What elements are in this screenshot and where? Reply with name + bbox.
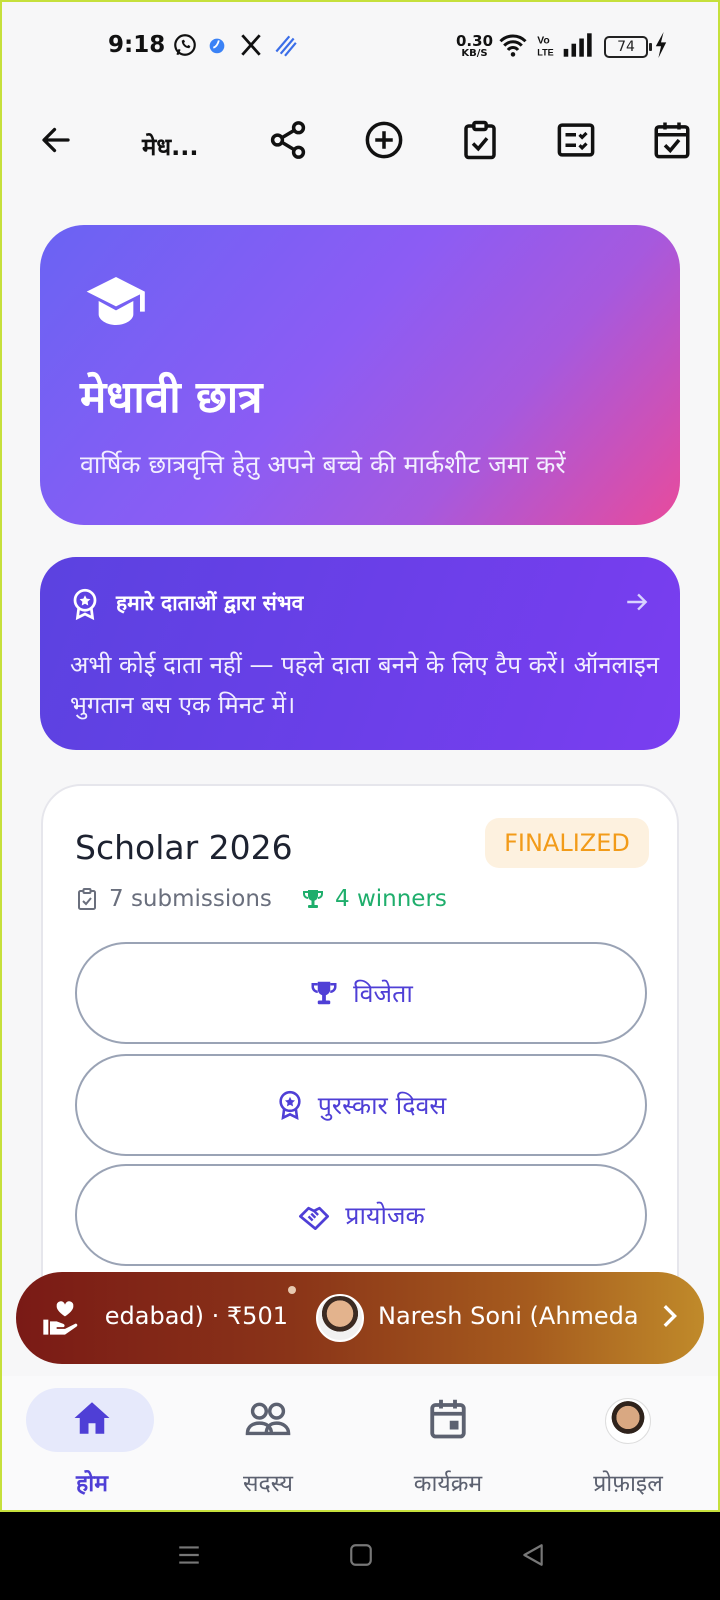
- donors-message: अभी कोई दाता नहीं — पहले दाता बनने के लि…: [70, 651, 660, 719]
- handshake-icon: [299, 1206, 330, 1230]
- back-button-icon[interactable]: [520, 1542, 546, 1568]
- trophy-icon: [311, 981, 337, 1005]
- donors-title: हमारे दाताओं द्वारा संभव: [116, 591, 304, 615]
- donate-hand-heart-icon: [43, 1301, 78, 1335]
- app-notification-icon: [275, 35, 297, 57]
- donors-card[interactable]: हमारे दाताओं द्वारा संभव अभी कोई दाता नह…: [40, 557, 680, 750]
- nav-label-events: कार्यक्रम: [413, 1471, 483, 1497]
- members-icon: [245, 1402, 291, 1436]
- winners-count: 4 winners: [301, 886, 447, 912]
- wifi-icon: [499, 34, 527, 57]
- award-ribbon-icon: [73, 588, 97, 621]
- ticker-entry-text: edabad) · ₹501: [88, 1302, 288, 1330]
- winners-button[interactable]: विजेता: [75, 942, 647, 1044]
- nav-label-members: सदस्य: [242, 1471, 294, 1497]
- submissions-button[interactable]: [450, 110, 510, 170]
- ticker-donor-name: Naresh Soni (Ahmeda: [378, 1302, 639, 1330]
- nav-label-home: होम: [76, 1471, 108, 1497]
- calendar-icon-wrap: [358, 1398, 538, 1440]
- share-button[interactable]: [258, 110, 318, 170]
- hero-title: मेधावी छात्र: [80, 372, 263, 423]
- calendar-check-icon: [654, 122, 690, 159]
- status-time: 9:18: [108, 32, 166, 58]
- arrow-right-icon: [627, 593, 648, 611]
- back-button[interactable]: [26, 110, 86, 170]
- hero-subtitle: वार्षिक छात्रवृत्ति हेतु अपने बच्चे की म…: [80, 450, 566, 479]
- checklist-icon: [557, 123, 595, 157]
- winners-text: 4 winners: [335, 886, 447, 912]
- donor-avatar: [316, 1294, 364, 1342]
- add-circle-icon: [365, 121, 403, 159]
- recent-apps-icon[interactable]: [176, 1542, 202, 1568]
- nav-item-profile[interactable]: प्रोफ़ाइल: [538, 1376, 718, 1510]
- app-notification-icon: [209, 38, 225, 54]
- status-badge: FINALIZED: [485, 818, 649, 868]
- ticker-separator-dot: [288, 1286, 296, 1294]
- profile-avatar: [605, 1398, 651, 1444]
- donation-ticker[interactable]: edabad) · ₹501 Naresh Soni (Ahmeda: [16, 1272, 704, 1364]
- profile-avatar-wrap: [538, 1398, 718, 1444]
- network-speed-value: 0.30: [456, 32, 494, 50]
- home-icon: [74, 1402, 110, 1434]
- home-icon-wrap: [2, 1398, 182, 1438]
- schedule-button[interactable]: [642, 110, 702, 170]
- add-button[interactable]: [354, 110, 414, 170]
- network-speed-unit: KB/S: [461, 48, 488, 59]
- scholarship-title: Scholar 2026: [75, 828, 293, 867]
- scholarship-card: Scholar 2026 FINALIZED 7 submissions 4 w…: [41, 784, 679, 1324]
- award-ribbon-icon: [279, 1090, 301, 1121]
- page-title: मेध...: [142, 133, 199, 161]
- review-button[interactable]: [546, 110, 606, 170]
- charging-bolt-icon: [655, 32, 667, 58]
- nav-label-profile: प्रोफ़ाइल: [593, 1471, 663, 1497]
- status-bar: 9:18 0.30 KB/S Vo LTE 74: [0, 0, 720, 96]
- back-arrow-icon: [42, 127, 70, 153]
- signal-icon: [563, 33, 592, 57]
- chevron-right-icon: [663, 1305, 677, 1327]
- trophy-icon: [303, 890, 323, 908]
- bottom-navigation: होम सदस्य कार्यक्रम प्रोफ़ाइल: [2, 1376, 718, 1510]
- share-icon: [270, 121, 306, 159]
- ticker-entry-text-span: edabad) · ₹501: [104, 1302, 288, 1330]
- hero-banner: मेधावी छात्र वार्षिक छात्रवृत्ति हेतु अप…: [40, 225, 680, 525]
- battery-indicator: 74: [604, 36, 652, 58]
- system-navigation-bar: [0, 1512, 720, 1600]
- whatsapp-icon: [174, 34, 196, 56]
- home-button-icon[interactable]: [348, 1542, 374, 1568]
- sponsors-button[interactable]: प्रायोजक: [75, 1164, 647, 1266]
- network-speed: 0.30 KB/S: [456, 34, 493, 59]
- graduation-cap-icon: [86, 277, 145, 325]
- nav-item-home[interactable]: होम: [2, 1376, 182, 1510]
- volte-icon: VoLTE: [537, 36, 553, 58]
- app-bar: मेध...: [0, 96, 720, 196]
- sponsors-button-label: प्रायोजक: [345, 1201, 425, 1230]
- clipboard-check-icon: [78, 888, 96, 910]
- award-day-button[interactable]: पुरस्कार दिवस: [75, 1054, 647, 1156]
- winners-button-label: विजेता: [353, 979, 413, 1008]
- svg-text:Vo: Vo: [537, 36, 550, 47]
- submissions-text: 7 submissions: [109, 886, 272, 912]
- award-day-button-label: पुरस्कार दिवस: [317, 1091, 447, 1120]
- x-twitter-icon: [241, 34, 261, 56]
- clipboard-check-icon: [464, 120, 496, 160]
- calendar-icon: [430, 1399, 466, 1439]
- submissions-count: 7 submissions: [75, 886, 272, 912]
- members-icon-wrap: [178, 1398, 358, 1438]
- svg-text:LTE: LTE: [537, 47, 553, 57]
- nav-item-events[interactable]: कार्यक्रम: [358, 1376, 538, 1510]
- nav-item-members[interactable]: सदस्य: [178, 1376, 358, 1510]
